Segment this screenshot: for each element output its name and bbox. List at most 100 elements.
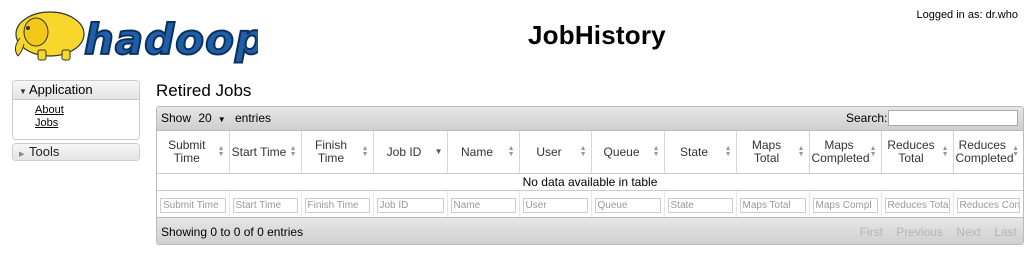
- filter-cell: User: [519, 190, 592, 219]
- filter-cell: Maps Total: [736, 190, 810, 219]
- logged-in-user: Logged in as: dr.who: [916, 9, 1018, 21]
- filter-cell: Job ID: [373, 190, 448, 219]
- sidebar-link-jobs[interactable]: Jobs: [35, 117, 139, 130]
- logo-wordmark: hadoop: [84, 15, 258, 64]
- sort-both-icon: ▲ ▼: [797, 145, 805, 158]
- dropdown-arrow-icon: ▼: [217, 115, 226, 124]
- filter-input-job-id[interactable]: Job ID: [376, 197, 444, 213]
- sidebar-application-panel: ▼ Application About Jobs: [12, 80, 140, 140]
- sidebar-tools-label: Tools: [29, 144, 60, 159]
- column-label: Finish Time: [314, 138, 347, 165]
- sidebar-application-links: About Jobs: [13, 100, 139, 130]
- entries-length-select[interactable]: 20 ▼: [198, 111, 225, 125]
- column-label: Maps Completed: [811, 138, 870, 165]
- column-label: State: [679, 144, 709, 159]
- filter-cell: Maps Compl: [809, 190, 882, 219]
- filter-input-maps-total[interactable]: Maps Total: [739, 197, 806, 213]
- table-toolbar-top: Show 20 ▼ entries Search:: [157, 107, 1023, 131]
- column-label: Name: [460, 144, 493, 159]
- filter-cell: Start Time: [229, 190, 302, 219]
- column-header-name[interactable]: Name ▲ ▼: [447, 131, 520, 174]
- filter-input-state[interactable]: State: [667, 197, 733, 213]
- column-label: Reduces Completed: [955, 138, 1014, 165]
- sort-both-icon: ▲ ▼: [941, 145, 949, 158]
- column-header-queue[interactable]: Queue ▲ ▼: [591, 131, 665, 174]
- filter-input-maps-completed[interactable]: Maps Compl: [812, 197, 878, 213]
- column-label: User: [536, 144, 562, 159]
- header: hadoop JobHistory Logged in as: dr.who: [0, 0, 1024, 72]
- column-label: Reduces Total: [887, 138, 935, 165]
- column-header-user[interactable]: User ▲ ▼: [519, 131, 592, 174]
- search-input[interactable]: [888, 110, 1018, 126]
- filter-cell: Queue: [591, 190, 665, 219]
- sidebar-application-header[interactable]: ▼ Application: [13, 81, 139, 100]
- filter-input-queue[interactable]: Queue: [594, 197, 661, 213]
- page-title: JobHistory: [528, 20, 666, 50]
- column-label: Maps Total: [751, 138, 782, 165]
- sidebar-link-about[interactable]: About: [35, 104, 139, 117]
- filter-cell: Submit Time: [157, 190, 230, 219]
- entries-length-control: Show 20 ▼ entries: [161, 111, 271, 125]
- sort-both-icon: ▲ ▼: [507, 145, 515, 158]
- entries-label: entries: [235, 111, 272, 125]
- paging-previous-button[interactable]: Previous: [896, 225, 943, 239]
- filter-input-user[interactable]: User: [522, 197, 588, 213]
- paging-last-button[interactable]: Last: [994, 225, 1017, 239]
- column-header-reduces-total[interactable]: Reduces Total ▲ ▼: [881, 131, 954, 174]
- sort-both-icon: ▲ ▼: [724, 145, 732, 158]
- table-toolbar-bottom: Showing 0 to 0 of 0 entries First Previo…: [157, 217, 1023, 244]
- column-header-maps-total[interactable]: Maps Total ▲ ▼: [736, 131, 810, 174]
- retired-jobs-table: Submit Time ▲ ▼ Start Time ▲ ▼ Finish Time ▲ ▼…: [157, 131, 1023, 219]
- column-header-submit-time[interactable]: Submit Time ▲ ▼: [157, 131, 230, 174]
- show-label: Show: [161, 111, 192, 125]
- filter-input-finish-time[interactable]: Finish Time: [304, 197, 370, 213]
- filter-input-start-time[interactable]: Start Time: [232, 197, 298, 213]
- pagination: First Previous Next Last: [850, 225, 1017, 239]
- filter-input-reduces-completed[interactable]: Reduces Con: [956, 197, 1020, 213]
- filter-cell: Finish Time: [301, 190, 374, 219]
- empty-table-message: No data available in table: [157, 173, 1023, 191]
- sort-both-icon: ▲ ▼: [1012, 145, 1019, 158]
- table-filter-row: Submit Time Start Time Finish Time Job I…: [157, 190, 1023, 220]
- filter-input-reduces-total[interactable]: Reduces Tota: [884, 197, 950, 213]
- sort-both-icon: ▲ ▼: [869, 145, 877, 158]
- paging-first-button[interactable]: First: [860, 225, 883, 239]
- sidebar-tools-header[interactable]: ▶ Tools: [13, 144, 139, 160]
- column-header-job-id[interactable]: Job ID ▼: [373, 131, 448, 174]
- search-label: Search:: [846, 111, 888, 125]
- column-header-start-time[interactable]: Start Time ▲ ▼: [229, 131, 302, 174]
- column-label: Start Time: [231, 144, 287, 159]
- triangle-right-icon: ▶: [19, 151, 25, 158]
- filter-cell: Reduces Con: [953, 191, 1023, 220]
- column-header-reduces-completed[interactable]: Reduces Completed ▲ ▼: [953, 131, 1023, 174]
- column-header-finish-time[interactable]: Finish Time ▲ ▼: [301, 131, 374, 174]
- table-info: Showing 0 to 0 of 0 entries: [161, 225, 304, 239]
- sidebar-application-label: Application: [29, 82, 93, 97]
- column-label: Queue: [603, 144, 640, 159]
- sort-both-icon: ▲ ▼: [289, 145, 297, 158]
- column-header-state[interactable]: State ▲ ▼: [664, 131, 737, 174]
- filter-cell: Name: [447, 190, 520, 219]
- entries-value: 20: [198, 111, 212, 125]
- sort-both-icon: ▲ ▼: [652, 145, 660, 158]
- table-empty-row: No data available in table: [157, 173, 1023, 191]
- retired-jobs-table-container: Show 20 ▼ entries Search: Submit Time ▲ ▼ S…: [156, 106, 1024, 245]
- column-label: Job ID: [386, 144, 422, 159]
- filter-input-submit-time[interactable]: Submit Time: [160, 197, 226, 213]
- sort-both-icon: ▲ ▼: [579, 145, 587, 158]
- filter-input-name[interactable]: Name: [450, 197, 516, 213]
- hadoop-elephant-icon: hadoop: [14, 11, 266, 65]
- filter-cell: Reduces Tota: [881, 190, 954, 219]
- column-label: Submit Time: [168, 138, 206, 165]
- filter-cell: State: [664, 190, 737, 219]
- triangle-down-icon: ▼: [19, 87, 27, 96]
- sort-descending-icon: ▼: [434, 147, 443, 156]
- hadoop-logo[interactable]: hadoop: [8, 4, 266, 66]
- sidebar-tools-panel: ▶ Tools: [12, 143, 140, 161]
- column-header-maps-completed[interactable]: Maps Completed ▲ ▼: [809, 131, 882, 174]
- paging-next-button[interactable]: Next: [956, 225, 981, 239]
- section-title: Retired Jobs: [156, 81, 252, 100]
- sort-both-icon: ▲ ▼: [361, 145, 369, 158]
- table-header-row: Submit Time ▲ ▼ Start Time ▲ ▼ Finish Time ▲ ▼…: [157, 131, 1023, 174]
- sort-both-icon: ▲ ▼: [217, 145, 225, 158]
